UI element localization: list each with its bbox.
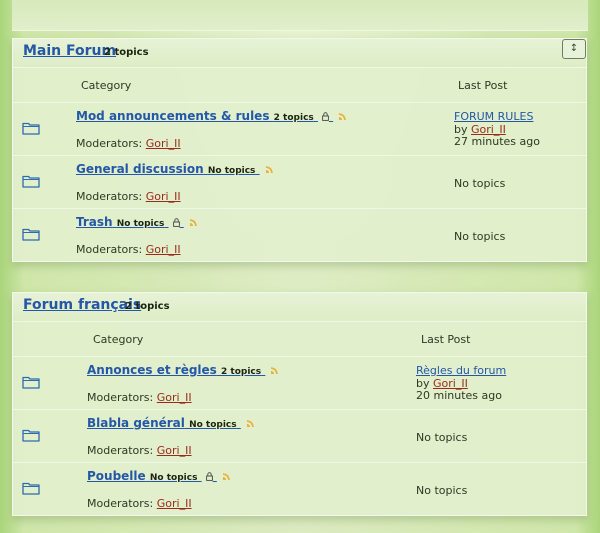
column-header-last-post: Last Post bbox=[421, 333, 471, 346]
category-row: Mod announcements & rules 2 topics Moder… bbox=[13, 103, 586, 156]
category-topic-count: 2 topics bbox=[221, 367, 262, 377]
moderators: Moderators: Gori_II bbox=[76, 190, 181, 203]
folder-icon bbox=[22, 429, 40, 442]
page-header-strip bbox=[12, 0, 588, 31]
column-header-category: Category bbox=[93, 333, 144, 346]
category-title-link[interactable]: Poubelle bbox=[87, 469, 146, 483]
forum-topic-count: 2 topics bbox=[125, 301, 170, 312]
category-title-link[interactable]: General discussion bbox=[76, 162, 204, 176]
moderator-user-link[interactable]: Gori_II bbox=[146, 190, 181, 203]
forum-section-main: Main Forum 2 topics ↕ Category Last Post… bbox=[12, 38, 587, 262]
category-row: Blabla général No topics Moderators: Gor… bbox=[13, 410, 586, 463]
category-row: Annonces et règles 2 topics Moderators: … bbox=[13, 357, 586, 410]
category-link: Annonces et règles 2 topics bbox=[87, 363, 279, 377]
category-topic-count: No topics bbox=[189, 420, 237, 430]
category-title-link[interactable]: Blabla général bbox=[87, 416, 185, 430]
collapse-toggle-button[interactable]: ↕ bbox=[562, 39, 586, 59]
category-link: Mod announcements & rules 2 topics bbox=[76, 109, 347, 123]
lock-icon bbox=[322, 112, 329, 121]
category-link: Trash No topics bbox=[76, 215, 197, 229]
moderator-user-link[interactable]: Gori_II bbox=[146, 137, 181, 150]
folder-icon bbox=[22, 228, 40, 241]
category-link: General discussion No topics bbox=[76, 162, 273, 176]
last-post-user-link[interactable]: Gori_II bbox=[471, 123, 506, 136]
moderator-user-link[interactable]: Gori_II bbox=[157, 444, 192, 457]
rss-feed-icon[interactable] bbox=[189, 219, 197, 226]
category-topic-count: No topics bbox=[116, 219, 165, 229]
moderators-label: Moderators: bbox=[76, 243, 143, 256]
moderators-label: Moderators: bbox=[87, 497, 154, 510]
last-post-by-label: by bbox=[416, 376, 430, 390]
forum-section-francais: Forum français 2 topics Category Last Po… bbox=[12, 292, 587, 516]
last-post-time: 27 minutes ago bbox=[454, 135, 540, 148]
last-post-no-topics: No topics bbox=[416, 484, 468, 497]
folder-icon bbox=[22, 376, 40, 389]
moderators-label: Moderators: bbox=[87, 444, 154, 457]
column-header-row: Category Last Post bbox=[13, 68, 586, 103]
folder-icon bbox=[22, 122, 40, 135]
rss-feed-icon[interactable] bbox=[339, 113, 347, 120]
category-row: Trash No topics Moderators: Gori_II No t… bbox=[13, 209, 586, 261]
forum-header: Forum français 2 topics bbox=[13, 293, 586, 322]
category-link: Blabla général No topics bbox=[87, 416, 254, 430]
last-post-no-topics: No topics bbox=[454, 230, 506, 243]
moderators: Moderators: Gori_II bbox=[87, 391, 192, 404]
moderators-label: Moderators: bbox=[87, 391, 154, 404]
moderator-user-link[interactable]: Gori_II bbox=[146, 243, 181, 256]
category-title-link[interactable]: Mod announcements & rules bbox=[76, 109, 269, 123]
category-row: Poubelle No topics Moderators: Gori_II N… bbox=[13, 463, 586, 515]
folder-icon bbox=[22, 175, 40, 188]
moderators: Moderators: Gori_II bbox=[87, 497, 192, 510]
category-title-link[interactable]: Trash bbox=[76, 215, 113, 229]
category-topic-count: No topics bbox=[207, 166, 256, 176]
column-header-category: Category bbox=[81, 79, 132, 92]
last-post-by-label: by bbox=[454, 122, 468, 136]
last-post-time: 20 minutes ago bbox=[416, 389, 502, 402]
moderator-user-link[interactable]: Gori_II bbox=[157, 497, 192, 510]
moderators-label: Moderators: bbox=[76, 137, 143, 150]
moderators: Moderators: Gori_II bbox=[76, 243, 181, 256]
folder-icon bbox=[22, 482, 40, 495]
category-row: General discussion No topics Moderators:… bbox=[13, 156, 586, 209]
category-title-link[interactable]: Annonces et règles bbox=[87, 363, 217, 377]
rss-feed-icon[interactable] bbox=[265, 166, 273, 173]
category-link: Poubelle No topics bbox=[87, 469, 230, 483]
last-post-info: FORUM RULES by Gori_II 27 minutes ago bbox=[454, 110, 540, 149]
category-topic-count: 2 topics bbox=[273, 113, 314, 123]
column-header-last-post: Last Post bbox=[458, 79, 508, 92]
lock-icon bbox=[172, 218, 180, 227]
forum-topic-count: 2 topics bbox=[104, 47, 149, 58]
last-post-info: Règles du forum by Gori_II 20 minutes ag… bbox=[416, 364, 506, 403]
last-post-no-topics: No topics bbox=[416, 431, 468, 444]
forum-title-link[interactable]: Main Forum bbox=[23, 43, 116, 59]
column-header-row: Category Last Post bbox=[13, 322, 586, 357]
rss-feed-icon[interactable] bbox=[271, 367, 279, 374]
last-post-user-link[interactable]: Gori_II bbox=[433, 377, 468, 390]
forum-header: Main Forum 2 topics ↕ bbox=[13, 39, 586, 68]
forum-title-link[interactable]: Forum français bbox=[23, 297, 141, 313]
moderator-user-link[interactable]: Gori_II bbox=[157, 391, 192, 404]
moderators: Moderators: Gori_II bbox=[76, 137, 181, 150]
lock-icon bbox=[205, 472, 213, 481]
last-post-no-topics: No topics bbox=[454, 177, 506, 190]
moderators-label: Moderators: bbox=[76, 190, 143, 203]
rss-feed-icon[interactable] bbox=[246, 420, 254, 427]
moderators: Moderators: Gori_II bbox=[87, 444, 192, 457]
rss-feed-icon[interactable] bbox=[222, 473, 230, 480]
category-topic-count: No topics bbox=[149, 473, 198, 483]
